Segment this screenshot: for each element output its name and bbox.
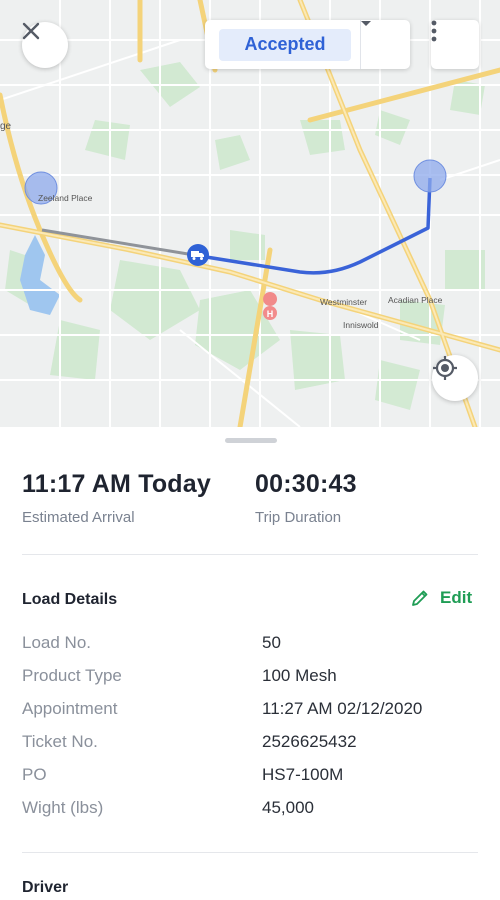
svg-text:H: H	[267, 309, 274, 319]
truck-icon	[187, 244, 209, 266]
sheet-drag-handle[interactable]	[225, 438, 277, 443]
map-label-inniswold: Inniswold	[343, 320, 379, 330]
detail-label: Load No.	[22, 633, 91, 652]
status-badge[interactable]: Accepted	[219, 28, 351, 61]
trip-details-sheet: 11:17 AM Today Estimated Arrival 00:30:4…	[0, 427, 500, 900]
duration-label: Trip Duration	[255, 509, 342, 526]
detail-value: 50	[262, 633, 281, 652]
detail-value: 11:27 AM 02/12/2020	[262, 699, 423, 718]
detail-row-appointment: Appointment 11:27 AM 02/12/2020	[22, 699, 482, 721]
detail-value: 100 Mesh	[262, 666, 337, 685]
detail-label: Product Type	[22, 666, 122, 685]
detail-value: HS7-100M	[262, 765, 344, 784]
detail-label: Ticket No.	[22, 732, 98, 751]
estimated-arrival: 11:17 AM Today Estimated Arrival	[22, 470, 211, 526]
map-view[interactable]: H Westminster Acadian Place Inniswold Ze…	[0, 0, 500, 427]
locate-me-button[interactable]	[432, 355, 478, 401]
driver-title: Driver	[22, 879, 69, 896]
pencil-icon	[412, 590, 428, 606]
more-menu-button[interactable]	[431, 20, 479, 69]
arrival-label: Estimated Arrival	[22, 509, 135, 526]
section-divider	[22, 554, 478, 555]
status-caret-button[interactable]	[360, 20, 410, 69]
load-details-title: Load Details	[22, 591, 118, 608]
more-vertical-icon	[431, 20, 437, 42]
arrival-value: 11:17 AM Today	[22, 470, 211, 498]
edit-label: Edit	[440, 588, 473, 607]
detail-row-po: PO HS7-100M	[22, 765, 482, 787]
status-dropdown[interactable]: Accepted	[205, 20, 410, 69]
map-label-edge: ge	[0, 121, 12, 132]
close-icon	[22, 22, 40, 40]
detail-row-weight: Wight (lbs) 45,000	[22, 798, 482, 820]
crosshair-icon	[433, 356, 457, 380]
map-label-zeeland-place: Zeeland Place	[38, 193, 93, 203]
detail-row-product-type: Product Type 100 Mesh	[22, 666, 482, 688]
map-label-westminster: Westminster	[320, 297, 368, 307]
detail-label: Wight (lbs)	[22, 798, 104, 817]
caret-down-icon	[361, 21, 371, 26]
detail-value: 45,000	[262, 798, 314, 817]
close-button[interactable]	[22, 22, 68, 68]
section-divider	[22, 852, 478, 853]
detail-label: PO	[22, 765, 47, 784]
map-label-acadian-place: Acadian Place	[388, 295, 443, 305]
duration-value: 00:30:43	[255, 470, 357, 498]
trip-duration: 00:30:43 Trip Duration	[255, 470, 357, 526]
detail-value: 2526625432	[262, 732, 357, 751]
detail-row-ticket-no: Ticket No. 2526625432	[22, 732, 482, 754]
detail-row-load-no: Load No. 50	[22, 633, 482, 655]
detail-label: Appointment	[22, 699, 118, 718]
edit-load-button[interactable]: Edit	[410, 588, 472, 608]
